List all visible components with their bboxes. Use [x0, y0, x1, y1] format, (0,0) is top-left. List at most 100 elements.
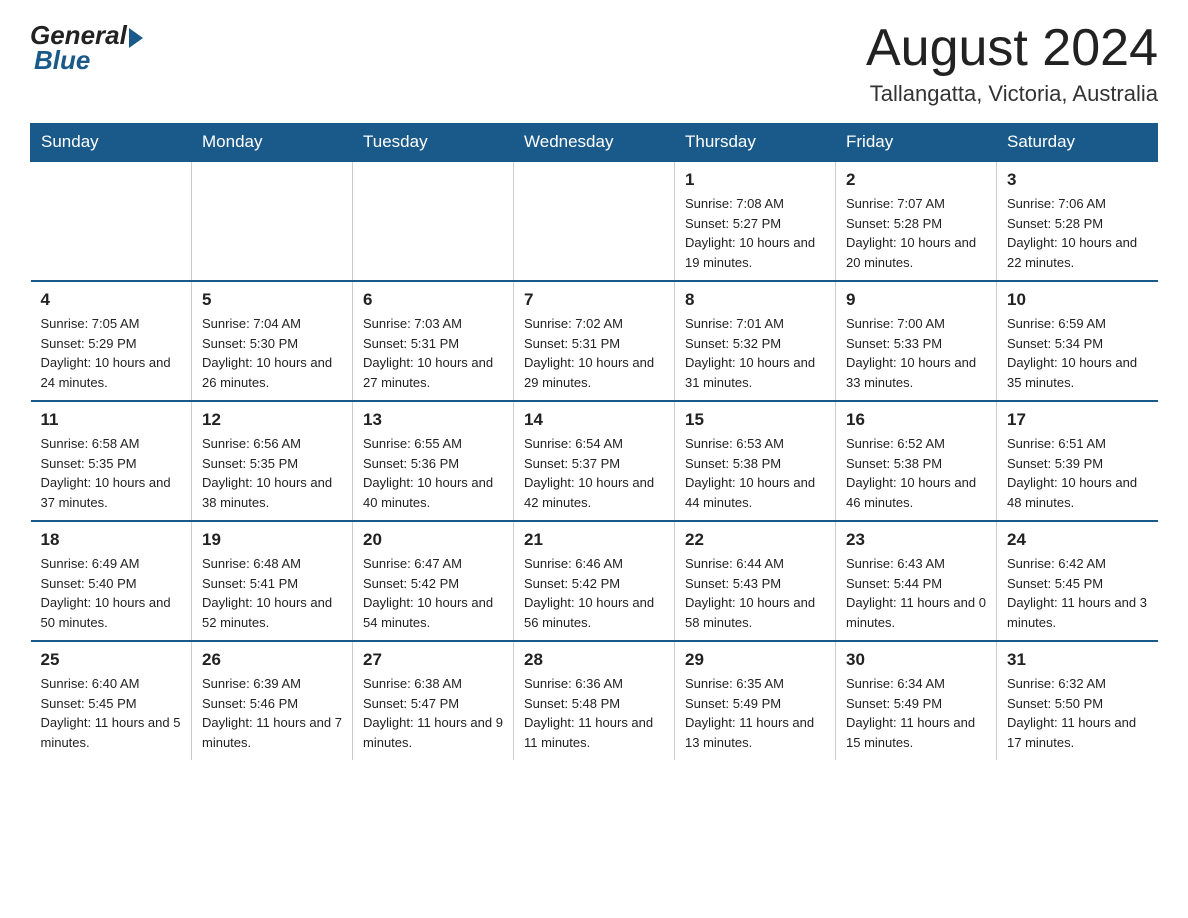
day-info: Sunrise: 6:54 AM Sunset: 5:37 PM Dayligh…: [524, 434, 664, 512]
calendar-week-row: 1 Sunrise: 7:08 AM Sunset: 5:27 PM Daylig…: [31, 161, 1158, 281]
day-info: Sunrise: 6:35 AM Sunset: 5:49 PM Dayligh…: [685, 674, 825, 752]
day-number: 29: [685, 650, 825, 670]
day-number: 1: [685, 170, 825, 190]
day-info: Sunrise: 6:36 AM Sunset: 5:48 PM Dayligh…: [524, 674, 664, 752]
day-number: 9: [846, 290, 986, 310]
calendar-cell: [31, 161, 192, 281]
day-info: Sunrise: 7:04 AM Sunset: 5:30 PM Dayligh…: [202, 314, 342, 392]
title-block: August 2024 Tallangatta, Victoria, Austr…: [866, 20, 1158, 107]
day-number: 23: [846, 530, 986, 550]
calendar-header-row: SundayMondayTuesdayWednesdayThursdayFrid…: [31, 124, 1158, 162]
calendar-cell: 26Sunrise: 6:39 AM Sunset: 5:46 PM Dayli…: [192, 641, 353, 760]
day-info: Sunrise: 7:05 AM Sunset: 5:29 PM Dayligh…: [41, 314, 182, 392]
calendar-cell: 5 Sunrise: 7:04 AM Sunset: 5:30 PM Daylig…: [192, 281, 353, 401]
day-info: Sunrise: 6:32 AM Sunset: 5:50 PM Dayligh…: [1007, 674, 1148, 752]
calendar-week-row: 11 Sunrise: 6:58 AM Sunset: 5:35 PM Dayli…: [31, 401, 1158, 521]
day-number: 8: [685, 290, 825, 310]
day-info: Sunrise: 6:38 AM Sunset: 5:47 PM Dayligh…: [363, 674, 503, 752]
day-number: 22: [685, 530, 825, 550]
day-number: 16: [846, 410, 986, 430]
calendar-cell: 8 Sunrise: 7:01 AM Sunset: 5:32 PM Daylig…: [675, 281, 836, 401]
day-info: Sunrise: 6:43 AM Sunset: 5:44 PM Dayligh…: [846, 554, 986, 632]
day-number: 31: [1007, 650, 1148, 670]
day-number: 18: [41, 530, 182, 550]
day-info: Sunrise: 6:58 AM Sunset: 5:35 PM Dayligh…: [41, 434, 182, 512]
day-number: 10: [1007, 290, 1148, 310]
day-number: 19: [202, 530, 342, 550]
day-info: Sunrise: 7:00 AM Sunset: 5:33 PM Dayligh…: [846, 314, 986, 392]
day-number: 11: [41, 410, 182, 430]
calendar-cell: 13Sunrise: 6:55 AM Sunset: 5:36 PM Dayli…: [353, 401, 514, 521]
day-info: Sunrise: 6:56 AM Sunset: 5:35 PM Dayligh…: [202, 434, 342, 512]
day-number: 3: [1007, 170, 1148, 190]
calendar-header-thursday: Thursday: [675, 124, 836, 162]
day-info: Sunrise: 7:01 AM Sunset: 5:32 PM Dayligh…: [685, 314, 825, 392]
day-number: 12: [202, 410, 342, 430]
day-info: Sunrise: 7:06 AM Sunset: 5:28 PM Dayligh…: [1007, 194, 1148, 272]
calendar-cell: 19 Sunrise: 6:48 AM Sunset: 5:41 PM Dayli…: [192, 521, 353, 641]
day-info: Sunrise: 6:53 AM Sunset: 5:38 PM Dayligh…: [685, 434, 825, 512]
calendar-cell: 7 Sunrise: 7:02 AM Sunset: 5:31 PM Daylig…: [514, 281, 675, 401]
day-info: Sunrise: 6:52 AM Sunset: 5:38 PM Dayligh…: [846, 434, 986, 512]
day-number: 13: [363, 410, 503, 430]
calendar-cell: 31 Sunrise: 6:32 AM Sunset: 5:50 PM Dayli…: [997, 641, 1158, 760]
day-info: Sunrise: 6:49 AM Sunset: 5:40 PM Dayligh…: [41, 554, 182, 632]
day-number: 25: [41, 650, 182, 670]
month-title: August 2024: [866, 20, 1158, 77]
day-info: Sunrise: 6:39 AM Sunset: 5:46 PM Dayligh…: [202, 674, 342, 752]
day-info: Sunrise: 6:47 AM Sunset: 5:42 PM Dayligh…: [363, 554, 503, 632]
day-info: Sunrise: 6:42 AM Sunset: 5:45 PM Dayligh…: [1007, 554, 1148, 632]
calendar-cell: 12 Sunrise: 6:56 AM Sunset: 5:35 PM Dayli…: [192, 401, 353, 521]
logo-arrow-icon: [129, 28, 143, 48]
calendar-cell: 1 Sunrise: 7:08 AM Sunset: 5:27 PM Daylig…: [675, 161, 836, 281]
calendar-cell: 20 Sunrise: 6:47 AM Sunset: 5:42 PM Dayli…: [353, 521, 514, 641]
day-number: 7: [524, 290, 664, 310]
day-info: Sunrise: 6:40 AM Sunset: 5:45 PM Dayligh…: [41, 674, 182, 752]
day-number: 30: [846, 650, 986, 670]
day-number: 6: [363, 290, 503, 310]
day-info: Sunrise: 7:08 AM Sunset: 5:27 PM Dayligh…: [685, 194, 825, 272]
day-info: Sunrise: 7:07 AM Sunset: 5:28 PM Dayligh…: [846, 194, 986, 272]
calendar-header-saturday: Saturday: [997, 124, 1158, 162]
page-header: General Blue August 2024 Tallangatta, Vi…: [30, 20, 1158, 107]
day-number: 5: [202, 290, 342, 310]
day-info: Sunrise: 6:48 AM Sunset: 5:41 PM Dayligh…: [202, 554, 342, 632]
calendar-cell: [353, 161, 514, 281]
calendar-cell: [192, 161, 353, 281]
calendar-header-monday: Monday: [192, 124, 353, 162]
day-info: Sunrise: 6:51 AM Sunset: 5:39 PM Dayligh…: [1007, 434, 1148, 512]
calendar-cell: 29 Sunrise: 6:35 AM Sunset: 5:49 PM Dayli…: [675, 641, 836, 760]
calendar-cell: 30 Sunrise: 6:34 AM Sunset: 5:49 PM Dayli…: [836, 641, 997, 760]
calendar-cell: 9 Sunrise: 7:00 AM Sunset: 5:33 PM Daylig…: [836, 281, 997, 401]
day-info: Sunrise: 6:46 AM Sunset: 5:42 PM Dayligh…: [524, 554, 664, 632]
calendar-header-friday: Friday: [836, 124, 997, 162]
day-info: Sunrise: 6:44 AM Sunset: 5:43 PM Dayligh…: [685, 554, 825, 632]
day-number: 27: [363, 650, 503, 670]
calendar-cell: 16 Sunrise: 6:52 AM Sunset: 5:38 PM Dayli…: [836, 401, 997, 521]
calendar-cell: 23 Sunrise: 6:43 AM Sunset: 5:44 PM Dayli…: [836, 521, 997, 641]
day-number: 4: [41, 290, 182, 310]
logo: General Blue: [30, 20, 143, 76]
calendar-cell: 21Sunrise: 6:46 AM Sunset: 5:42 PM Dayli…: [514, 521, 675, 641]
calendar-header-wednesday: Wednesday: [514, 124, 675, 162]
calendar-week-row: 25 Sunrise: 6:40 AM Sunset: 5:45 PM Dayli…: [31, 641, 1158, 760]
calendar-cell: 6Sunrise: 7:03 AM Sunset: 5:31 PM Daylig…: [353, 281, 514, 401]
day-number: 15: [685, 410, 825, 430]
day-number: 24: [1007, 530, 1148, 550]
day-info: Sunrise: 7:02 AM Sunset: 5:31 PM Dayligh…: [524, 314, 664, 392]
calendar-week-row: 18 Sunrise: 6:49 AM Sunset: 5:40 PM Dayli…: [31, 521, 1158, 641]
calendar-cell: 4 Sunrise: 7:05 AM Sunset: 5:29 PM Daylig…: [31, 281, 192, 401]
calendar-cell: 25 Sunrise: 6:40 AM Sunset: 5:45 PM Dayli…: [31, 641, 192, 760]
calendar-cell: 27 Sunrise: 6:38 AM Sunset: 5:47 PM Dayli…: [353, 641, 514, 760]
calendar-cell: 18 Sunrise: 6:49 AM Sunset: 5:40 PM Dayli…: [31, 521, 192, 641]
day-number: 14: [524, 410, 664, 430]
calendar-cell: 28Sunrise: 6:36 AM Sunset: 5:48 PM Dayli…: [514, 641, 675, 760]
calendar-cell: 10 Sunrise: 6:59 AM Sunset: 5:34 PM Dayli…: [997, 281, 1158, 401]
day-info: Sunrise: 6:59 AM Sunset: 5:34 PM Dayligh…: [1007, 314, 1148, 392]
calendar-table: SundayMondayTuesdayWednesdayThursdayFrid…: [30, 123, 1158, 760]
day-number: 20: [363, 530, 503, 550]
calendar-cell: 14 Sunrise: 6:54 AM Sunset: 5:37 PM Dayli…: [514, 401, 675, 521]
calendar-cell: 17 Sunrise: 6:51 AM Sunset: 5:39 PM Dayli…: [997, 401, 1158, 521]
day-number: 17: [1007, 410, 1148, 430]
day-info: Sunrise: 6:34 AM Sunset: 5:49 PM Dayligh…: [846, 674, 986, 752]
